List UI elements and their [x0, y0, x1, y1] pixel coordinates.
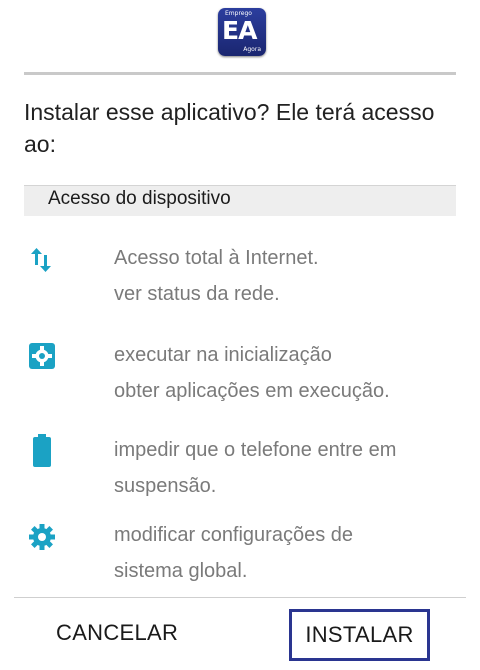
bottom-divider	[14, 597, 466, 598]
network-arrows-icon	[28, 246, 56, 274]
app-icon-main-text: EA	[222, 16, 257, 45]
permission-lines: executar na inicialização obter aplicaçõ…	[114, 337, 470, 409]
permission-line: Acesso total à Internet.	[114, 247, 319, 269]
permission-line: modificar configurações de	[114, 524, 354, 546]
settings-gear-icon	[28, 523, 56, 551]
permission-lines: Acesso total à Internet. ver status da r…	[114, 240, 470, 312]
top-divider	[24, 72, 456, 75]
permission-line: executar na inicialização	[114, 344, 332, 366]
app-icon-bottom-text: Agora	[243, 46, 261, 53]
cancel-button[interactable]: CANCELAR	[56, 620, 178, 646]
permission-lines: impedir que o telefone entre em suspensã…	[114, 432, 470, 504]
permission-line: suspensão.	[114, 475, 217, 497]
permission-line: ver status da rede.	[114, 283, 280, 305]
section-header: Acesso do dispositivo	[24, 186, 456, 216]
permission-line: impedir que o telefone entre em	[114, 439, 397, 461]
install-button[interactable]: INSTALAR	[289, 609, 430, 661]
permission-line: obter aplicações em execução.	[114, 380, 390, 402]
startup-gear-square-icon	[28, 342, 56, 370]
app-icon: Emprego EA Agora	[218, 8, 266, 56]
dialog-title: Instalar esse aplicativo? Ele terá acess…	[24, 99, 435, 157]
battery-icon	[28, 434, 56, 467]
permission-line: sistema global.	[114, 560, 248, 582]
permission-lines: modificar configurações de sistema globa…	[114, 517, 470, 589]
